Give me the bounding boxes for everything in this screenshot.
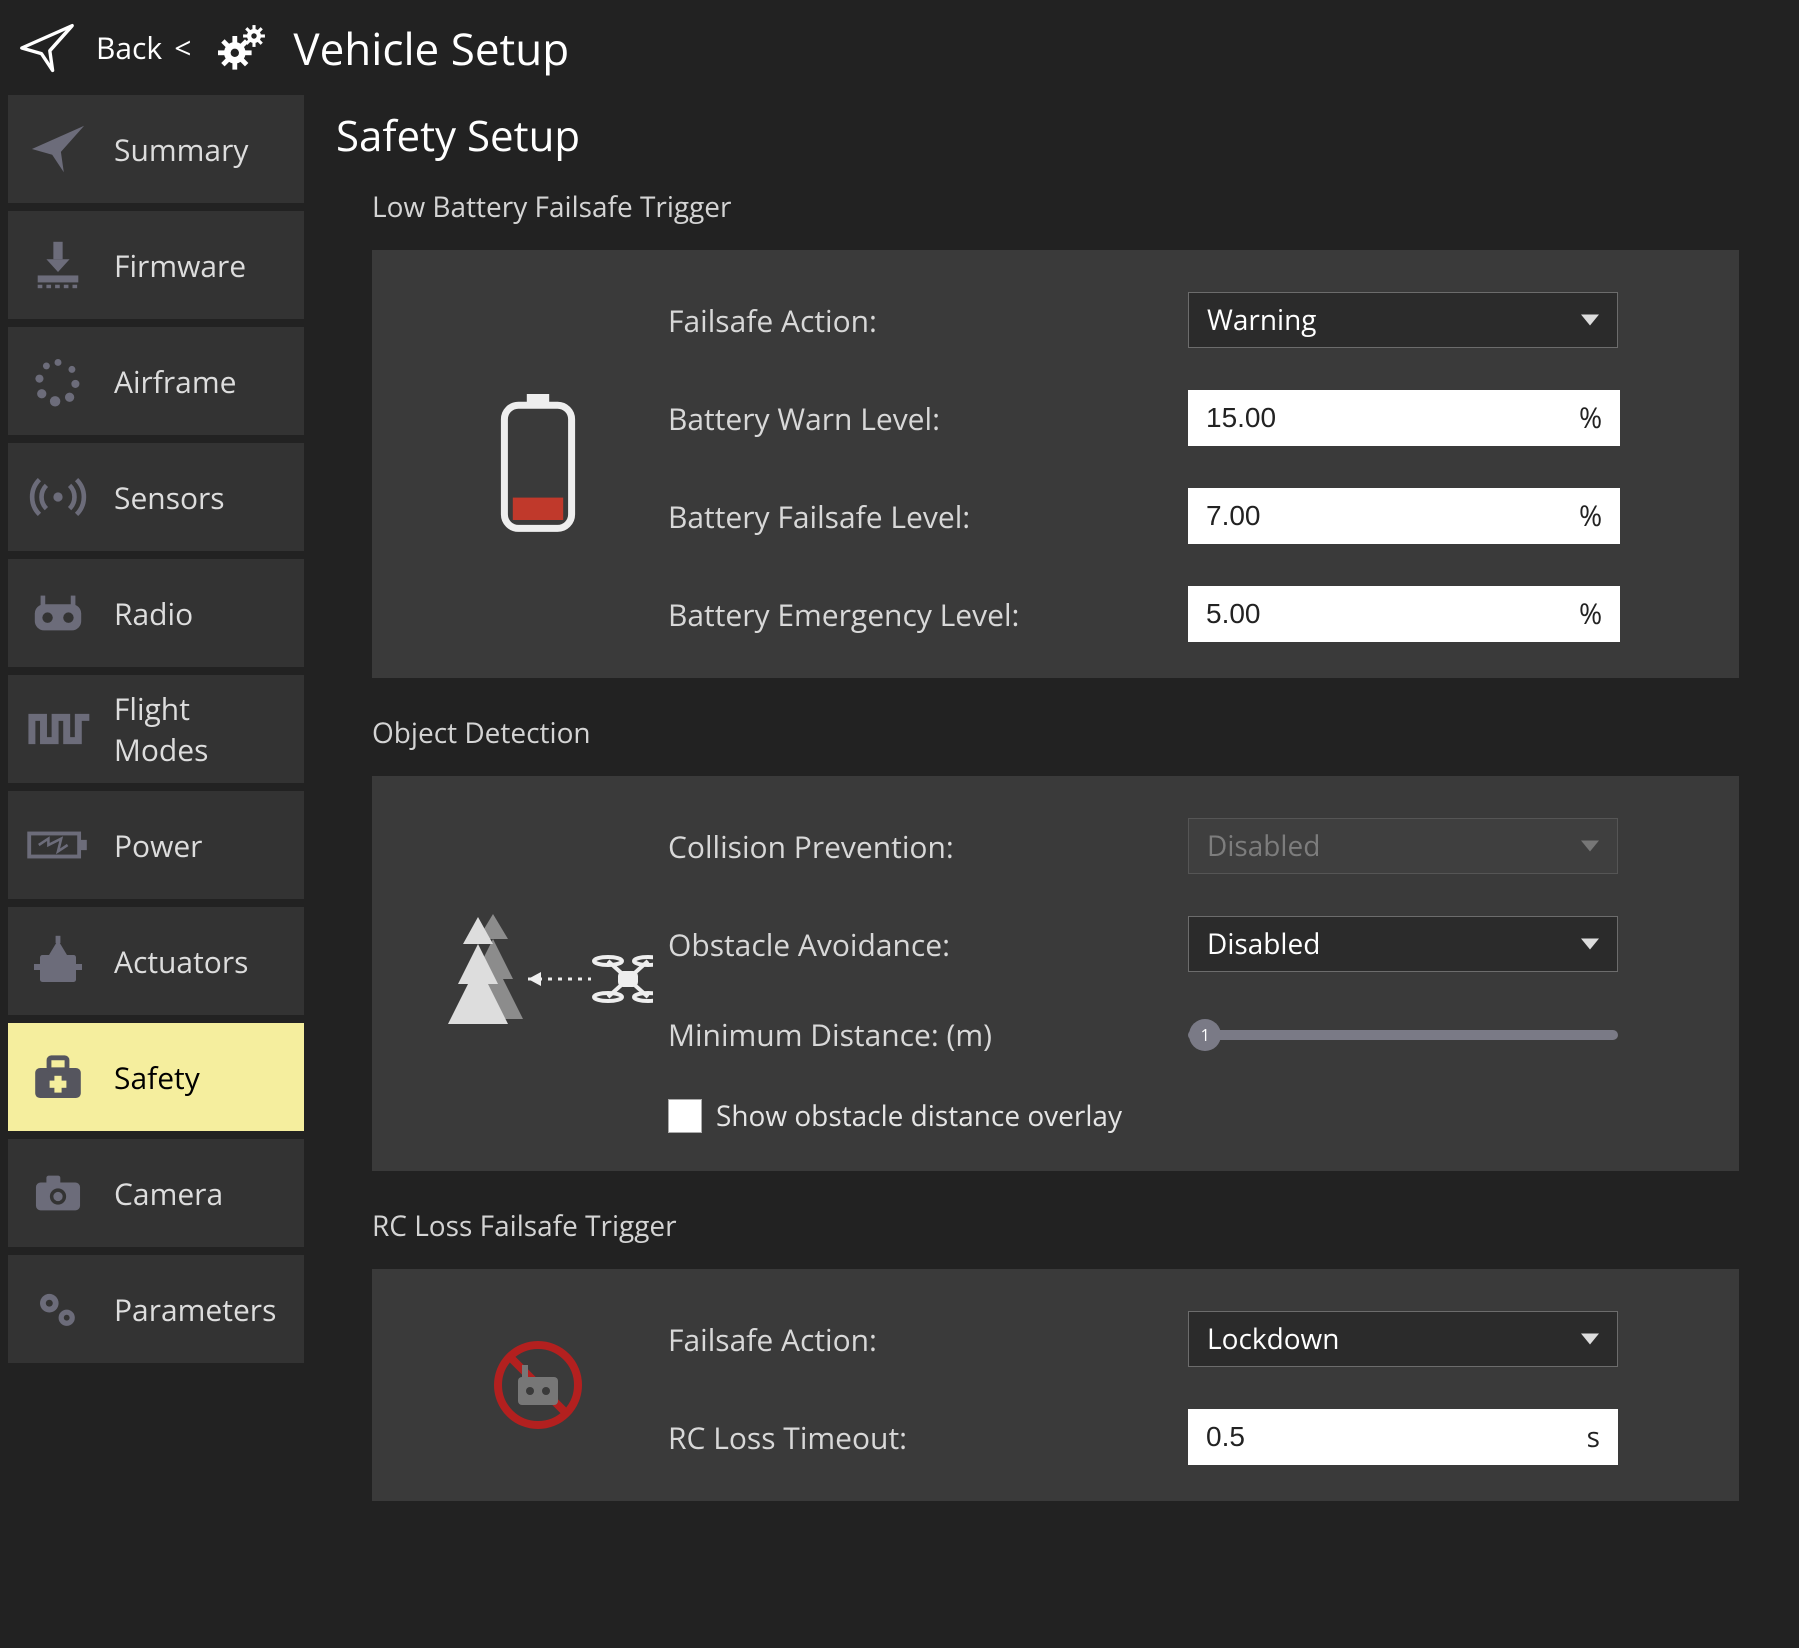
sidebar-item-label: Firmware bbox=[114, 245, 246, 286]
sidebar: Summary Firmware bbox=[0, 95, 312, 1648]
sidebar-item-label: Flight Modes bbox=[114, 688, 292, 770]
back-button[interactable]: Back bbox=[96, 27, 162, 68]
section-title-object-detection: Object Detection bbox=[372, 714, 1775, 752]
field-emergency-level: Battery Emergency Level: % bbox=[668, 586, 1703, 642]
sidebar-item-flight-modes[interactable]: Flight Modes bbox=[8, 675, 304, 783]
sidebar-item-label: Safety bbox=[114, 1057, 200, 1098]
sidebar-item-power[interactable]: Power bbox=[8, 791, 304, 899]
app-header: Back < bbox=[0, 0, 1799, 95]
page-title: Safety Setup bbox=[336, 107, 1775, 164]
sidebar-item-sensors[interactable]: Sensors bbox=[8, 443, 304, 551]
sidebar-item-parameters[interactable]: Parameters bbox=[8, 1255, 304, 1363]
select-value: Disabled bbox=[1207, 925, 1320, 963]
sidebar-item-label: Airframe bbox=[114, 361, 236, 402]
sidebar-item-radio[interactable]: Radio bbox=[8, 559, 304, 667]
field-label: Obstacle Avoidance: bbox=[668, 924, 1168, 965]
sidebar-item-label: Parameters bbox=[114, 1289, 276, 1330]
main-content: Safety Setup Low Battery Failsafe Trigge… bbox=[312, 95, 1799, 1648]
sensor-waves-icon bbox=[20, 468, 96, 526]
failsafe-level-input[interactable]: % bbox=[1188, 488, 1620, 544]
battery-low-icon bbox=[408, 394, 668, 534]
field-collision-prevention: Collision Prevention: Disabled bbox=[668, 818, 1703, 874]
panel-object-detection: Collision Prevention: Disabled Obstacle … bbox=[372, 776, 1739, 1171]
select-value: Disabled bbox=[1207, 827, 1320, 865]
sidebar-item-summary[interactable]: Summary bbox=[8, 95, 304, 203]
sidebar-item-firmware[interactable]: Firmware bbox=[8, 211, 304, 319]
section-title-low-battery: Low Battery Failsafe Trigger bbox=[372, 188, 1775, 226]
overlay-checkbox[interactable] bbox=[668, 1099, 702, 1133]
sidebar-item-label: Actuators bbox=[114, 941, 248, 982]
motor-icon bbox=[20, 931, 96, 991]
page-header-title: Vehicle Setup bbox=[293, 18, 569, 78]
download-chip-icon bbox=[20, 236, 96, 294]
unit-label: % bbox=[1579, 399, 1602, 437]
sidebar-item-actuators[interactable]: Actuators bbox=[8, 907, 304, 1015]
panel-rc-loss: Failsafe Action: Lockdown RC Loss Timeou… bbox=[372, 1269, 1739, 1501]
field-label: Failsafe Action: bbox=[668, 300, 1168, 341]
field-min-distance: Minimum Distance: (m) 1 bbox=[668, 1014, 1703, 1055]
slider-thumb[interactable]: 1 bbox=[1189, 1019, 1221, 1051]
cogs-icon bbox=[20, 1280, 96, 1338]
sidebar-item-label: Summary bbox=[114, 129, 248, 170]
failsafe-action-select[interactable]: Warning bbox=[1188, 292, 1618, 348]
gears-icon bbox=[209, 15, 275, 81]
section-title-rc-loss: RC Loss Failsafe Trigger bbox=[372, 1207, 1775, 1245]
warn-level-text[interactable] bbox=[1206, 402, 1567, 434]
field-label: Battery Failsafe Level: bbox=[668, 496, 1168, 537]
panel-low-battery: Failsafe Action: Warning Battery Warn Le… bbox=[372, 250, 1739, 678]
field-rc-timeout: RC Loss Timeout: s bbox=[668, 1409, 1703, 1465]
pulse-wave-icon bbox=[20, 700, 96, 758]
battery-icon bbox=[20, 816, 96, 874]
min-distance-slider[interactable]: 1 bbox=[1188, 1019, 1618, 1051]
unit-label: % bbox=[1579, 595, 1602, 633]
paper-plane-icon[interactable] bbox=[16, 17, 78, 79]
camera-icon bbox=[20, 1164, 96, 1222]
obstacle-drone-icon bbox=[408, 909, 668, 1039]
emergency-level-input[interactable]: % bbox=[1188, 586, 1620, 642]
no-radio-icon bbox=[408, 1335, 668, 1435]
field-obstacle-avoidance: Obstacle Avoidance: Disabled bbox=[668, 916, 1703, 972]
sidebar-item-airframe[interactable]: Airframe bbox=[8, 327, 304, 435]
field-label: Minimum Distance: (m) bbox=[668, 1014, 1168, 1055]
rc-timeout-text[interactable] bbox=[1206, 1421, 1575, 1453]
collision-prevention-select: Disabled bbox=[1188, 818, 1618, 874]
rc-timeout-input[interactable]: s bbox=[1188, 1409, 1618, 1465]
rc-failsafe-action-select[interactable]: Lockdown bbox=[1188, 1311, 1618, 1367]
select-value: Lockdown bbox=[1207, 1320, 1339, 1358]
checkbox-label: Show obstacle distance overlay bbox=[716, 1097, 1122, 1135]
emergency-level-text[interactable] bbox=[1206, 598, 1567, 630]
spinner-dots-icon bbox=[20, 352, 96, 410]
field-failsafe-action: Failsafe Action: Warning bbox=[668, 292, 1703, 348]
sidebar-item-label: Sensors bbox=[114, 477, 225, 518]
field-label: Battery Warn Level: bbox=[668, 398, 1168, 439]
paper-plane-icon bbox=[20, 120, 96, 178]
field-rc-failsafe-action: Failsafe Action: Lockdown bbox=[668, 1311, 1703, 1367]
warn-level-input[interactable]: % bbox=[1188, 390, 1620, 446]
failsafe-level-text[interactable] bbox=[1206, 500, 1567, 532]
field-label: Failsafe Action: bbox=[668, 1319, 1168, 1360]
field-label: Collision Prevention: bbox=[668, 826, 1168, 867]
unit-label: s bbox=[1587, 1418, 1600, 1456]
field-failsafe-level: Battery Failsafe Level: % bbox=[668, 488, 1703, 544]
unit-label: % bbox=[1579, 497, 1602, 535]
back-chevron-icon: < bbox=[174, 27, 191, 68]
slider-value: 1 bbox=[1201, 1024, 1210, 1046]
radio-controller-icon bbox=[20, 584, 96, 642]
obstacle-avoidance-select[interactable]: Disabled bbox=[1188, 916, 1618, 972]
sidebar-item-camera[interactable]: Camera bbox=[8, 1139, 304, 1247]
field-label: RC Loss Timeout: bbox=[668, 1417, 1168, 1458]
sidebar-item-label: Camera bbox=[114, 1173, 223, 1214]
field-warn-level: Battery Warn Level: % bbox=[668, 390, 1703, 446]
field-label: Battery Emergency Level: bbox=[668, 594, 1168, 635]
field-overlay-checkbox: Show obstacle distance overlay bbox=[668, 1097, 1703, 1135]
sidebar-item-label: Power bbox=[114, 825, 202, 866]
sidebar-item-label: Radio bbox=[114, 593, 193, 634]
sidebar-item-safety[interactable]: Safety bbox=[8, 1023, 304, 1131]
select-value: Warning bbox=[1207, 301, 1316, 339]
medkit-icon bbox=[20, 1047, 96, 1107]
